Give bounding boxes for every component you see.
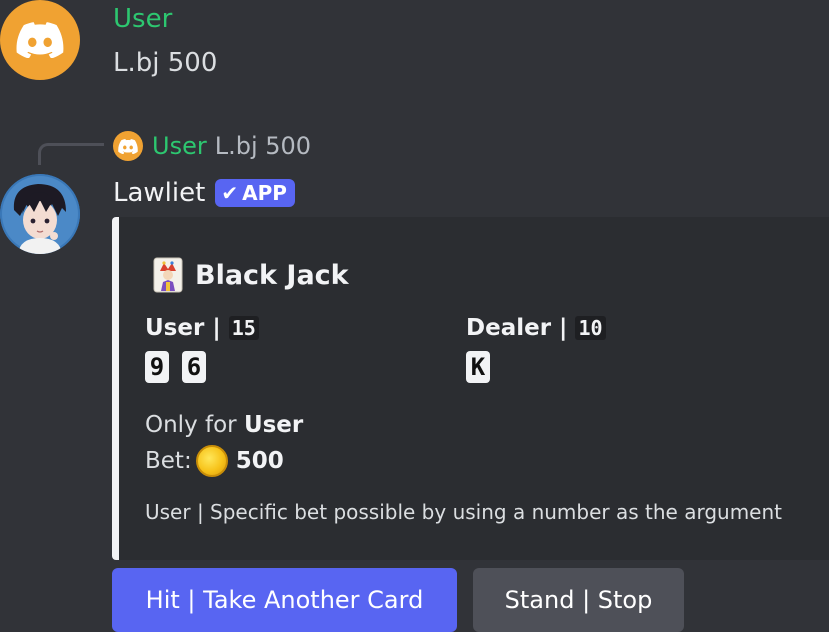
bot-header: Lawliet ✔ APP	[113, 176, 295, 210]
reply-content[interactable]: L.bj 500	[215, 132, 311, 160]
only-for-prefix: Only for	[145, 412, 237, 438]
player-label: User |	[145, 315, 221, 341]
dealer-cards: K	[466, 351, 606, 383]
playing-card: 6	[182, 351, 206, 383]
user-avatar[interactable]	[0, 0, 80, 80]
chat-view: User L.bj 500 User L.bj 500 Lawliet ✔ AP…	[0, 0, 829, 632]
message-content: L.bj 500	[113, 48, 218, 78]
message-author[interactable]: User	[113, 2, 172, 36]
stand-button[interactable]: Stand | Stop	[473, 568, 684, 632]
player-score: 15	[228, 316, 259, 340]
only-for-line: Only for User	[145, 412, 303, 438]
bet-label: Bet:	[145, 448, 192, 474]
discord-logo-icon	[16, 22, 64, 58]
joker-card-icon	[153, 257, 183, 293]
app-badge-label: APP	[242, 181, 287, 205]
app-badge: ✔ APP	[215, 179, 295, 207]
dealer-hand: Dealer | 10 K	[466, 315, 606, 383]
bot-author[interactable]: Lawliet	[113, 178, 205, 208]
reply-reference[interactable]: User L.bj 500	[113, 130, 311, 162]
checkmark-icon: ✔	[221, 181, 239, 205]
dealer-score: 10	[575, 316, 606, 340]
embed-footer: User | Specific bet possible by using a …	[145, 500, 782, 524]
reply-author[interactable]: User	[152, 132, 207, 160]
reply-connector	[38, 143, 104, 165]
discord-logo-icon	[118, 138, 138, 154]
reply-avatar[interactable]	[113, 131, 143, 161]
bot-avatar[interactable]	[0, 174, 80, 254]
hit-button[interactable]: Hit | Take Another Card	[112, 568, 457, 632]
gold-coin-icon	[195, 445, 228, 477]
playing-card: 9	[145, 351, 169, 383]
blackjack-embed: Black Jack User | 15 9 6 Dealer | 10 K O…	[112, 217, 829, 560]
player-cards: 9 6	[145, 351, 259, 383]
embed-title-row: Black Jack	[153, 257, 349, 293]
embed-title: Black Jack	[195, 259, 349, 291]
anime-character-avatar-icon	[0, 174, 80, 254]
only-for-user: User	[243, 412, 304, 438]
playing-card: K	[466, 351, 490, 383]
dealer-label: Dealer |	[466, 315, 568, 341]
bet-value: 500	[235, 448, 284, 474]
bet-line: Bet: 500	[145, 445, 284, 477]
player-hand: User | 15 9 6	[145, 315, 259, 383]
